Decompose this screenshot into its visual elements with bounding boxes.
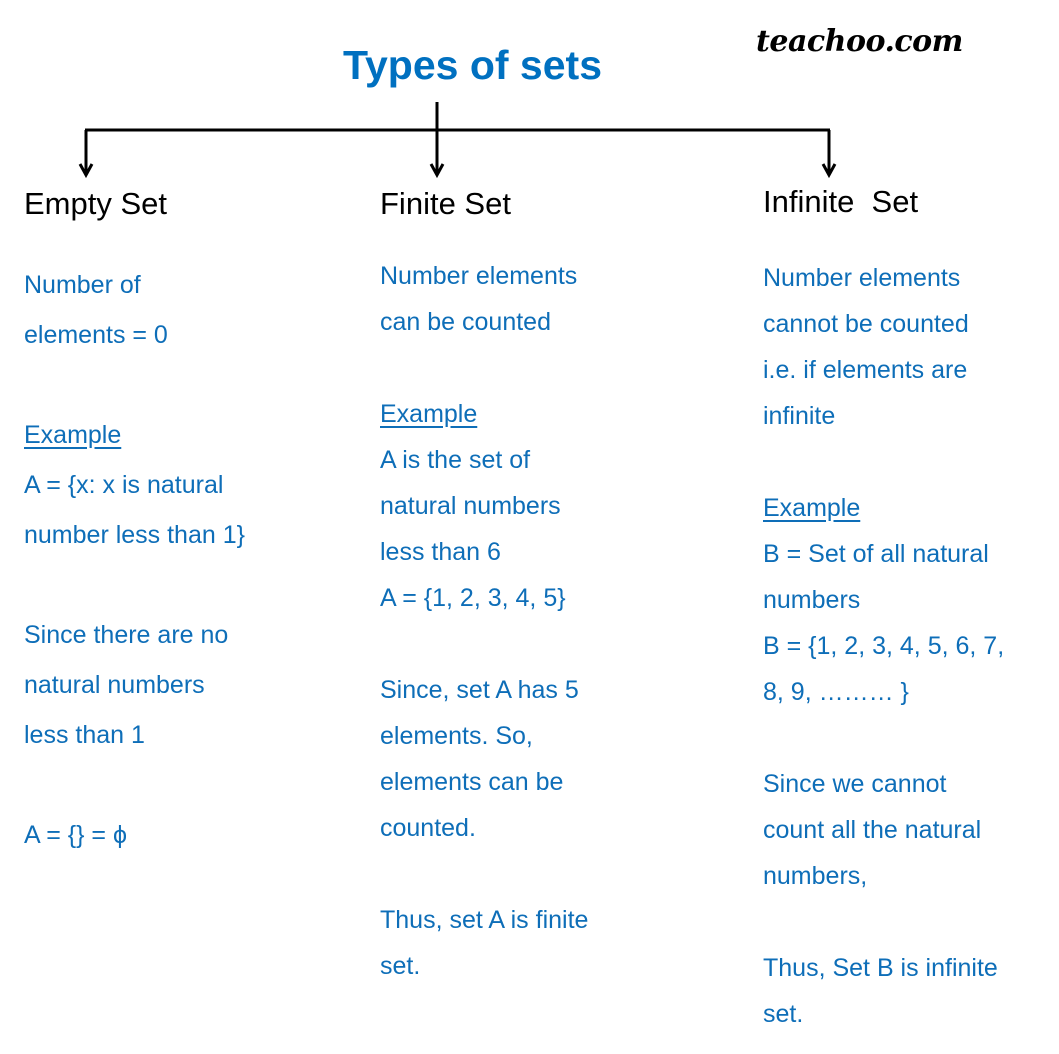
- text-line: Number of: [24, 271, 141, 299]
- text-line: elements can be: [380, 768, 564, 796]
- text-line: set.: [763, 1000, 804, 1028]
- text-line: Since, set A has 5: [380, 676, 579, 704]
- text-line: A is the set of: [380, 446, 531, 474]
- text-line: 8, 9, ……… }: [763, 678, 909, 706]
- text-line: counted.: [380, 814, 476, 842]
- infinite-set-body: Number elements cannot be counted i.e. if …: [763, 255, 1004, 1037]
- finite-set-column: Finite Set Number elements can be counted…: [380, 186, 588, 989]
- text-line: elements. So,: [380, 722, 533, 750]
- text-line: can be counted: [380, 308, 551, 336]
- text-line: Number elements: [380, 262, 578, 290]
- text-line: cannot be counted: [763, 310, 969, 338]
- text-line: Since there are no: [24, 621, 229, 649]
- text-line: A = {1, 2, 3, 4, 5}: [380, 584, 566, 612]
- empty-set-body: Number of elements = 0 Example A = {x: x is…: [24, 260, 245, 860]
- text-line: B = {1, 2, 3, 4, 5, 6, 7,: [763, 632, 1005, 660]
- connector-tree: [78, 102, 837, 179]
- text-line: number less than 1}: [24, 521, 245, 549]
- empty-set-heading: Empty Set: [24, 186, 167, 221]
- text-line: natural numbers: [24, 671, 205, 699]
- text-line: A = {x: x is natural: [24, 471, 224, 499]
- text-line: Number elements: [763, 264, 961, 292]
- finite-set-body: Number elements can be counted Example A is…: [380, 253, 588, 989]
- finite-set-heading: Finite Set: [380, 186, 511, 221]
- text-line: elements = 0: [24, 321, 168, 349]
- text-line: less than 6: [380, 538, 501, 566]
- text-line: count all the natural: [763, 816, 982, 844]
- text-line: set.: [380, 952, 421, 980]
- text-line: numbers: [763, 586, 861, 614]
- text-line: A = {} = ϕ: [24, 821, 127, 849]
- infinite-set-column: Infinite Set Number elements cannot be co…: [763, 184, 1004, 1037]
- example-label: Example: [380, 400, 478, 428]
- text-line: numbers,: [763, 862, 868, 890]
- text-line: infinite: [763, 402, 836, 430]
- text-line: Thus, set A is finite: [380, 906, 589, 934]
- example-label: Example: [763, 494, 861, 522]
- text-line: natural numbers: [380, 492, 561, 520]
- text-line: Thus, Set B is infinite: [763, 954, 998, 982]
- text-line: Since we cannot: [763, 770, 947, 798]
- example-label: Example: [24, 421, 122, 449]
- empty-set-column: Empty Set Number of elements = 0 Example A …: [24, 186, 245, 860]
- text-line: i.e. if elements are: [763, 356, 968, 384]
- text-line: B = Set of all natural: [763, 540, 989, 568]
- infinite-set-heading: Infinite Set: [763, 184, 919, 219]
- text-line: less than 1: [24, 721, 145, 749]
